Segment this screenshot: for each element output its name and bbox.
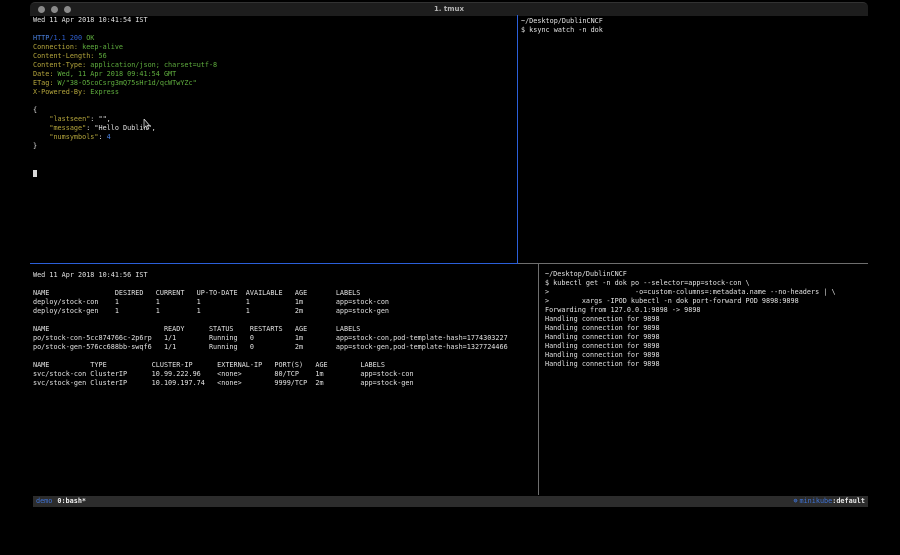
session-name-label: demo xyxy=(36,496,52,507)
minimize-button[interactable] xyxy=(51,6,58,13)
terminal-line: Wed 11 Apr 2018 10:41:54 IST xyxy=(33,16,513,25)
fullscreen-button[interactable] xyxy=(64,6,71,13)
pane-border-vertical[interactable] xyxy=(538,264,539,495)
kubectl-tables-text: Wed 11 Apr 2018 10:41:56 IST NAME DESIRE… xyxy=(33,271,535,388)
terminal-line: } xyxy=(33,142,513,151)
terminal-line xyxy=(33,160,513,169)
kube-namespace-label: :default xyxy=(832,496,865,507)
terminal-line: X-Powered-By: Express xyxy=(33,88,513,97)
desktop-background: 1. tmux Wed 11 Apr 2018 10:41:54 IST HTTP… xyxy=(0,0,900,555)
status-right: ☸ minikube :default xyxy=(793,496,865,507)
terminal-line: ETag: W/"38-O5coCsrg3mQ75sHr1d/qcWTwYZc" xyxy=(33,79,513,88)
terminal-line xyxy=(33,97,513,106)
terminal-line: "numsymbols": 4 xyxy=(33,133,513,142)
terminal-line: Content-Type: application/json; charset=… xyxy=(33,61,513,70)
tmux-status-bar: demo 0:bash* ☸ minikube :default xyxy=(33,496,868,507)
pane-border-horizontal[interactable] xyxy=(518,263,868,264)
terminal-line: "message": "Hello Dublin", xyxy=(33,124,513,133)
terminal-line: Connection: keep-alive xyxy=(33,43,513,52)
terminal-line: { xyxy=(33,106,513,115)
mouse-pointer-icon xyxy=(143,119,150,130)
window-titlebar[interactable]: 1. tmux xyxy=(30,2,868,16)
active-pane-border-horizontal[interactable] xyxy=(30,263,518,264)
terminal-line: "lastseen": "", xyxy=(33,115,513,124)
ksync-terminal-text: ~/Desktop/DublinCNCF $ ksync watch -n do… xyxy=(521,17,865,35)
terminal-line: Date: Wed, 11 Apr 2018 09:41:54 GMT xyxy=(33,70,513,79)
terminal-line xyxy=(33,151,513,160)
kube-context-label: minikube xyxy=(800,496,833,507)
terminal-line: HTTP/1.1 200 OK xyxy=(33,34,513,43)
pane-http-response[interactable]: Wed 11 Apr 2018 10:41:54 IST HTTP/1.1 200… xyxy=(33,16,513,262)
port-forward-text: ~/Desktop/DublinCNCF $ kubectl get -n do… xyxy=(545,270,867,369)
window-title: 1. tmux xyxy=(30,3,868,16)
pane-port-forward[interactable]: ~/Desktop/DublinCNCF $ kubectl get -n do… xyxy=(545,270,867,494)
terminal-line xyxy=(33,169,513,178)
active-pane-border-vertical[interactable] xyxy=(517,15,518,264)
window-item-active[interactable]: 0:bash* xyxy=(57,496,86,507)
pane-ksync-watch[interactable]: ~/Desktop/DublinCNCF $ ksync watch -n do… xyxy=(521,17,865,261)
terminal-line: Content-Length: 56 xyxy=(33,52,513,61)
kubernetes-wheel-icon: ☸ xyxy=(793,496,797,507)
terminal-line xyxy=(33,25,513,34)
traffic-lights xyxy=(38,3,71,16)
pane-kubectl-resources[interactable]: Wed 11 Apr 2018 10:41:56 IST NAME DESIRE… xyxy=(33,271,535,493)
close-button[interactable] xyxy=(38,6,45,13)
terminal-cursor xyxy=(33,170,37,177)
